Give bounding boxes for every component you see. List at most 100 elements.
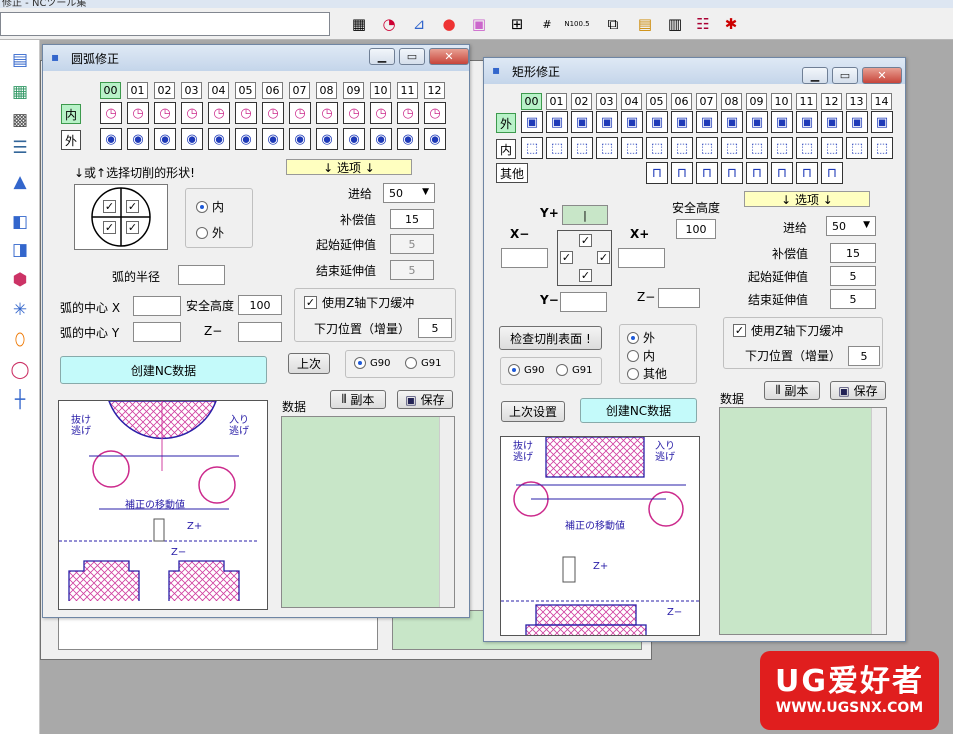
arc-center-y-input[interactable] [133, 322, 181, 342]
maximize-button[interactable]: ▭ [832, 67, 858, 84]
rect-zminus-input[interactable] [658, 288, 700, 308]
arc-z-buffer-check[interactable]: ✓ 使用Z轴下刀缓冲 [304, 294, 414, 311]
arc-inner-shape-icon[interactable]: ◷ [262, 102, 284, 124]
rect-data-area[interactable] [719, 407, 887, 635]
rect-inner-shape-icon[interactable]: ⬚ [721, 137, 743, 159]
rect-start-ext-input[interactable]: 5 [830, 266, 876, 286]
rect-outer-shape-icon[interactable]: ▣ [696, 111, 718, 133]
arc-create-nc-button[interactable]: 创建NC数据 [60, 356, 267, 384]
rect-outer-shape-icon[interactable]: ▣ [771, 111, 793, 133]
hand-icon[interactable]: ◧ [8, 210, 32, 234]
arc-inner-shape-icon[interactable]: ◷ [316, 102, 338, 124]
rect-comp-input[interactable]: 15 [830, 243, 876, 263]
rect-feed-select[interactable]: 50 ▼ [826, 216, 876, 236]
arc-comp-input[interactable]: 15 [390, 209, 434, 229]
arc-row-inner[interactable]: 内 [61, 104, 81, 124]
rect-outer-shape-icon[interactable]: ▣ [821, 111, 843, 133]
arc-inner-shape-icon[interactable]: ◷ [181, 102, 203, 124]
rect-number-12[interactable]: 12 [821, 93, 842, 110]
arc-outer-shape-icon[interactable]: ◉ [154, 128, 176, 150]
arc-outer-shape-icon[interactable]: ◉ [424, 128, 446, 150]
arc-number-00[interactable]: 00 [100, 82, 121, 99]
arc-row-outer[interactable]: 外 [61, 130, 81, 150]
arc-outer-shape-icon[interactable]: ◉ [397, 128, 419, 150]
arc-inner-shape-icon[interactable]: ◷ [343, 102, 365, 124]
form-icon[interactable]: ☷ [690, 11, 716, 37]
side-left-check[interactable]: ✓ [560, 251, 573, 264]
rect-inner-shape-icon[interactable]: ⬚ [846, 137, 868, 159]
rect-number-01[interactable]: 01 [546, 93, 567, 110]
rect-number-04[interactable]: 04 [621, 93, 642, 110]
arc-radio-g91[interactable]: G91 [405, 357, 441, 369]
radius-icon[interactable]: ◔ [376, 11, 402, 37]
quadrant-2-check[interactable]: ✓ [103, 200, 116, 213]
rect-down-pos-input[interactable]: 5 [848, 346, 880, 366]
rect-number-10[interactable]: 10 [771, 93, 792, 110]
rect-row-other[interactable]: 其他 [496, 163, 528, 183]
rect-check-surface-button[interactable]: 检查切削表面 ! [499, 326, 602, 350]
arc-save-button[interactable]: ▣ 保存 [397, 390, 453, 409]
arc-end-ext-input[interactable]: 5 [390, 260, 434, 280]
grid-tool-icon[interactable]: ▩ [8, 108, 32, 132]
rect-other-shape-icon[interactable]: ⊓ [771, 162, 793, 184]
rect-row-outer[interactable]: 外 [496, 113, 516, 133]
arc-inner-shape-icon[interactable]: ◷ [154, 102, 176, 124]
table-icon[interactable]: ▥ [662, 11, 688, 37]
rect-other-shape-icon[interactable]: ⊓ [746, 162, 768, 184]
arc-inner-shape-icon[interactable]: ◷ [100, 102, 122, 124]
rect-number-02[interactable]: 02 [571, 93, 592, 110]
rect-inner-shape-icon[interactable]: ⬚ [871, 137, 893, 159]
rect-other-shape-icon[interactable]: ⊓ [821, 162, 843, 184]
book-icon[interactable]: ▤ [8, 48, 32, 72]
rect-radio-g91[interactable]: G91 [556, 364, 592, 376]
rect-radio-outer[interactable]: 外 [627, 329, 655, 346]
rect-radio-inner[interactable]: 内 [627, 347, 655, 364]
arc-outer-shape-icon[interactable]: ◉ [127, 128, 149, 150]
rect-save-button[interactable]: ▣ 保存 [830, 381, 886, 400]
rect-other-shape-icon[interactable]: ⊓ [721, 162, 743, 184]
arc-number-06[interactable]: 06 [262, 82, 283, 99]
rect-outer-shape-icon[interactable]: ▣ [671, 111, 693, 133]
rect-create-nc-button[interactable]: 创建NC数据 [580, 398, 697, 423]
rect-safe-height-input[interactable]: 100 [676, 219, 716, 239]
arc-center-x-input[interactable] [133, 296, 181, 316]
rect-number-09[interactable]: 09 [746, 93, 767, 110]
rect-inner-shape-icon[interactable]: ⬚ [746, 137, 768, 159]
arc-number-05[interactable]: 05 [235, 82, 256, 99]
arc-number-10[interactable]: 10 [370, 82, 391, 99]
close-button[interactable]: ✕ [862, 67, 902, 84]
arc-number-09[interactable]: 09 [343, 82, 364, 99]
rect-other-shape-icon[interactable]: ⊓ [646, 162, 668, 184]
arc-start-ext-input[interactable]: 5 [390, 234, 434, 254]
arc-outer-shape-icon[interactable]: ◉ [316, 128, 338, 150]
arc-radio-outer[interactable]: 外 [196, 224, 224, 241]
arc-z-minus-input[interactable] [238, 322, 282, 342]
rect-radio-g90[interactable]: G90 [508, 364, 544, 376]
arc-number-03[interactable]: 03 [181, 82, 202, 99]
rect-inner-shape-icon[interactable]: ⬚ [696, 137, 718, 159]
toolbar-combo[interactable] [0, 12, 330, 36]
arc-outer-shape-icon[interactable]: ◉ [208, 128, 230, 150]
arc-number-01[interactable]: 01 [127, 82, 148, 99]
pill-icon[interactable]: ⬯ [8, 328, 32, 352]
rect-number-00[interactable]: 00 [521, 93, 542, 110]
arc-outer-shape-icon[interactable]: ◉ [289, 128, 311, 150]
rect-outer-shape-icon[interactable]: ▣ [796, 111, 818, 133]
rect-outer-shape-icon[interactable]: ▣ [546, 111, 568, 133]
rect-inner-shape-icon[interactable]: ⬚ [521, 137, 543, 159]
measure-icon[interactable]: ⊞ [504, 11, 530, 37]
rect-outer-shape-icon[interactable]: ▣ [846, 111, 868, 133]
rect-outer-shape-icon[interactable]: ▣ [571, 111, 593, 133]
rect-number-06[interactable]: 06 [671, 93, 692, 110]
rect-inner-shape-icon[interactable]: ⬚ [796, 137, 818, 159]
taper-icon[interactable]: ⊿ [406, 11, 432, 37]
rect-outer-shape-icon[interactable]: ▣ [871, 111, 893, 133]
rect-number-03[interactable]: 03 [596, 93, 617, 110]
arc-number-02[interactable]: 02 [154, 82, 175, 99]
star-icon[interactable]: ✳ [8, 298, 32, 322]
arc-inner-shape-icon[interactable]: ◷ [127, 102, 149, 124]
arc-number-11[interactable]: 11 [397, 82, 418, 99]
arc-outer-shape-icon[interactable]: ◉ [370, 128, 392, 150]
arc-safe-height-input[interactable]: 100 [238, 295, 282, 315]
rect-outer-shape-icon[interactable]: ▣ [646, 111, 668, 133]
